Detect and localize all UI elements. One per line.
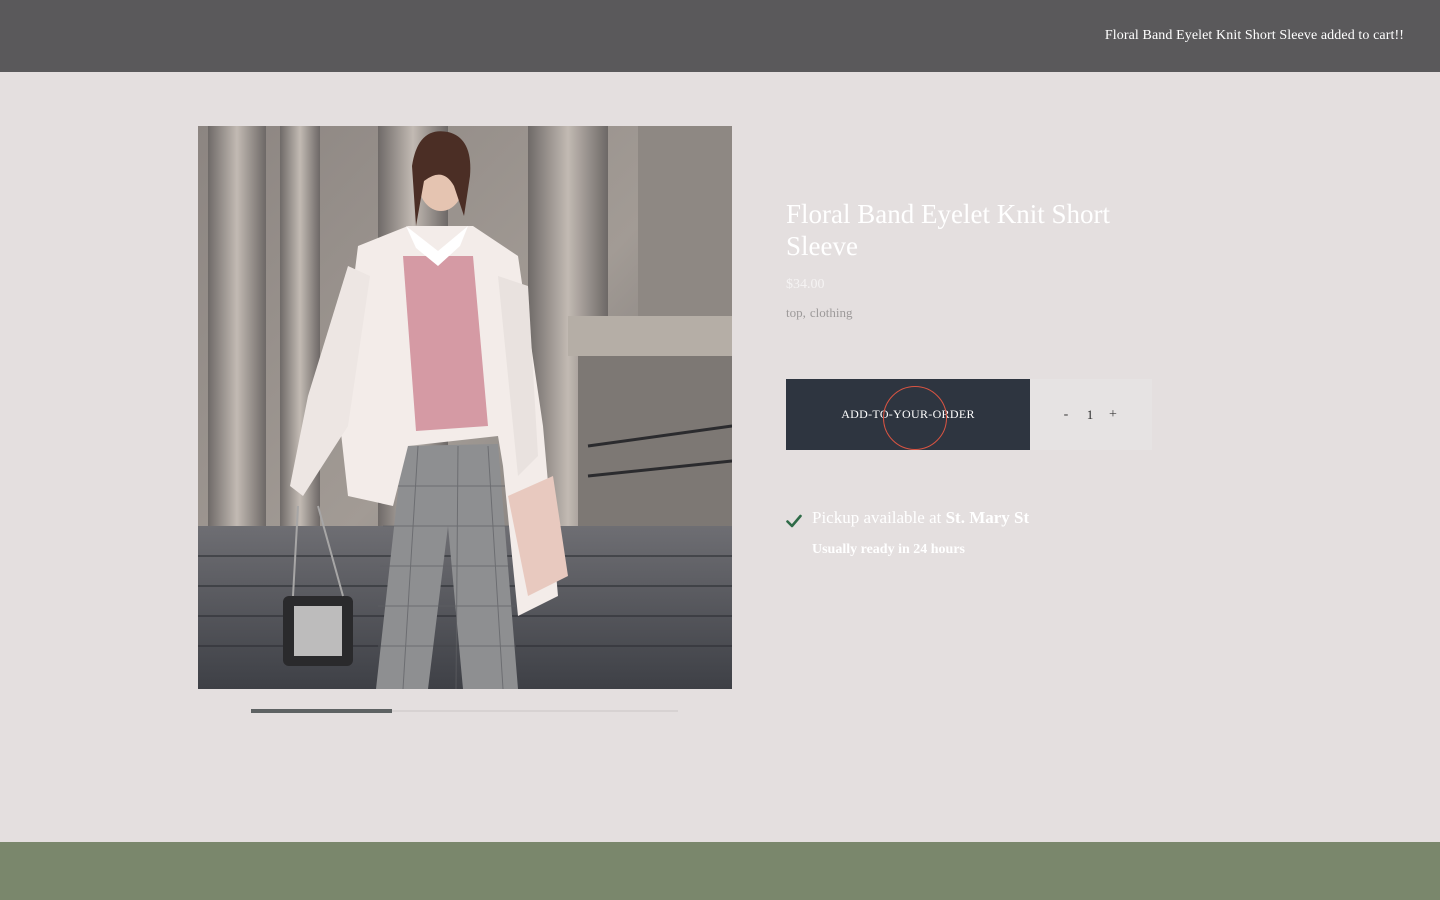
quantity-increase-button[interactable]: + bbox=[1103, 405, 1123, 425]
product-image[interactable] bbox=[198, 126, 732, 689]
pickup-location: St. Mary St bbox=[945, 508, 1030, 527]
cart-notification-bar: Floral Band Eyelet Knit Short Sleeve add… bbox=[0, 0, 1440, 72]
product-tags: top, clothing bbox=[786, 305, 856, 321]
product-tag[interactable]: top, bbox=[786, 305, 806, 320]
pickup-prefix: Pickup available at bbox=[812, 508, 946, 527]
add-to-order-button[interactable]: ADD-TO-YOUR-ORDER bbox=[786, 379, 1030, 450]
gallery-scrollbar[interactable] bbox=[251, 709, 678, 713]
product-photo bbox=[198, 126, 732, 689]
pickup-eta: Usually ready in 24 hours bbox=[812, 542, 965, 557]
pickup-location-line: Pickup available at St. Mary St bbox=[812, 508, 1029, 528]
product-price: $34.00 bbox=[786, 277, 825, 292]
quantity-value[interactable]: 1 bbox=[1080, 405, 1100, 425]
product-title: Floral Band Eyelet Knit Short Sleeve bbox=[786, 199, 1110, 261]
quantity-decrease-button[interactable]: - bbox=[1056, 405, 1076, 425]
gallery-scrollbar-thumb[interactable] bbox=[251, 709, 392, 713]
check-icon bbox=[786, 514, 802, 528]
footer bbox=[0, 842, 1440, 900]
quantity-stepper: - 1 + bbox=[1030, 379, 1152, 450]
product-tag[interactable]: clothing bbox=[810, 305, 853, 320]
cart-notification-message: Floral Band Eyelet Knit Short Sleeve add… bbox=[1104, 28, 1404, 43]
